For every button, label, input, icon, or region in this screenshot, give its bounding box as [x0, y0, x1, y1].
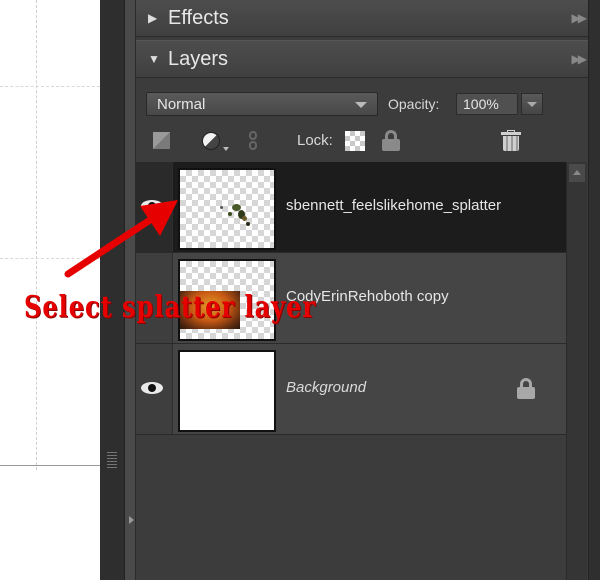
- eye-pupil: [148, 202, 156, 210]
- eye-pupil: [148, 384, 156, 392]
- adjustment-layer-button[interactable]: [200, 130, 229, 152]
- chain-link-icon: [249, 141, 257, 150]
- layer-name[interactable]: sbennett_feelslikehome_splatter: [286, 196, 501, 216]
- layers-scrollbar[interactable]: [566, 162, 587, 580]
- canvas-edge: [0, 465, 100, 466]
- chevron-down-icon: [355, 102, 367, 108]
- layer-thumbnail[interactable]: [178, 350, 276, 432]
- eye-icon: [141, 200, 163, 212]
- padlock-body: [382, 139, 400, 151]
- effects-panel-title: Effects: [168, 7, 229, 29]
- trash-lid: [501, 132, 521, 135]
- blend-mode-value: Normal: [157, 96, 206, 113]
- splatter-mark: [228, 212, 232, 216]
- padlock-icon: [516, 378, 538, 400]
- opacity-value: 100%: [463, 96, 499, 112]
- opacity-label: Opacity:: [388, 96, 440, 112]
- layers-panel-header[interactable]: ▼ Layers ▶▶: [136, 40, 600, 78]
- lock-label: Lock:: [297, 132, 333, 149]
- layer-row-splatter[interactable]: sbennett_feelslikehome_splatter: [136, 162, 566, 253]
- panel-menu-icon[interactable]: ▶▶: [572, 41, 588, 77]
- adjustment-circle-icon: [202, 132, 220, 150]
- delete-layer-button[interactable]: [500, 130, 522, 152]
- annotation-text: Select splatter layer: [24, 288, 316, 325]
- padlock-body: [517, 387, 535, 399]
- lock-all-button[interactable]: [381, 130, 403, 152]
- page-fold-icon: [153, 132, 170, 149]
- resize-grip-icon[interactable]: [107, 452, 117, 470]
- panel-menu-icon[interactable]: ▶▶: [572, 0, 588, 36]
- guide-line: [0, 258, 100, 259]
- opacity-input[interactable]: 100%: [456, 93, 518, 115]
- guide-line: [0, 86, 100, 87]
- trash-can: [503, 136, 519, 151]
- layers-panel-title: Layers: [168, 48, 229, 70]
- expand-triangle-icon[interactable]: ▶: [148, 0, 157, 36]
- dropdown-arrow-icon: [223, 147, 229, 151]
- opacity-dropdown-button[interactable]: [521, 93, 543, 115]
- scroll-up-icon[interactable]: [569, 164, 585, 182]
- splatter-mark: [220, 206, 223, 209]
- guide-line: [36, 0, 37, 470]
- new-layer-button[interactable]: [152, 130, 172, 152]
- layer-thumbnail[interactable]: [178, 168, 276, 250]
- expand-arrow-icon[interactable]: [129, 516, 134, 524]
- panel-right-edge: [588, 0, 600, 580]
- link-layers-button[interactable]: [246, 130, 260, 152]
- eye-icon: [141, 382, 163, 394]
- lock-transparent-pixels-button[interactable]: [344, 130, 366, 152]
- collapse-triangle-icon[interactable]: ▼: [148, 41, 160, 77]
- chain-link-icon: [249, 131, 257, 140]
- layers-list: sbennett_feelslikehome_splatter CodyErin…: [136, 162, 566, 580]
- checkerboard-icon: [345, 131, 365, 151]
- blend-mode-select[interactable]: Normal: [146, 92, 378, 116]
- visibility-toggle[interactable]: [136, 162, 173, 252]
- splatter-mark: [242, 216, 247, 221]
- visibility-toggle[interactable]: [136, 344, 173, 434]
- effects-panel-header[interactable]: ▶ Effects ▶▶: [136, 0, 600, 37]
- splatter-mark: [246, 222, 250, 226]
- layer-name[interactable]: Background: [286, 378, 366, 398]
- layer-row-background[interactable]: Background: [136, 344, 566, 435]
